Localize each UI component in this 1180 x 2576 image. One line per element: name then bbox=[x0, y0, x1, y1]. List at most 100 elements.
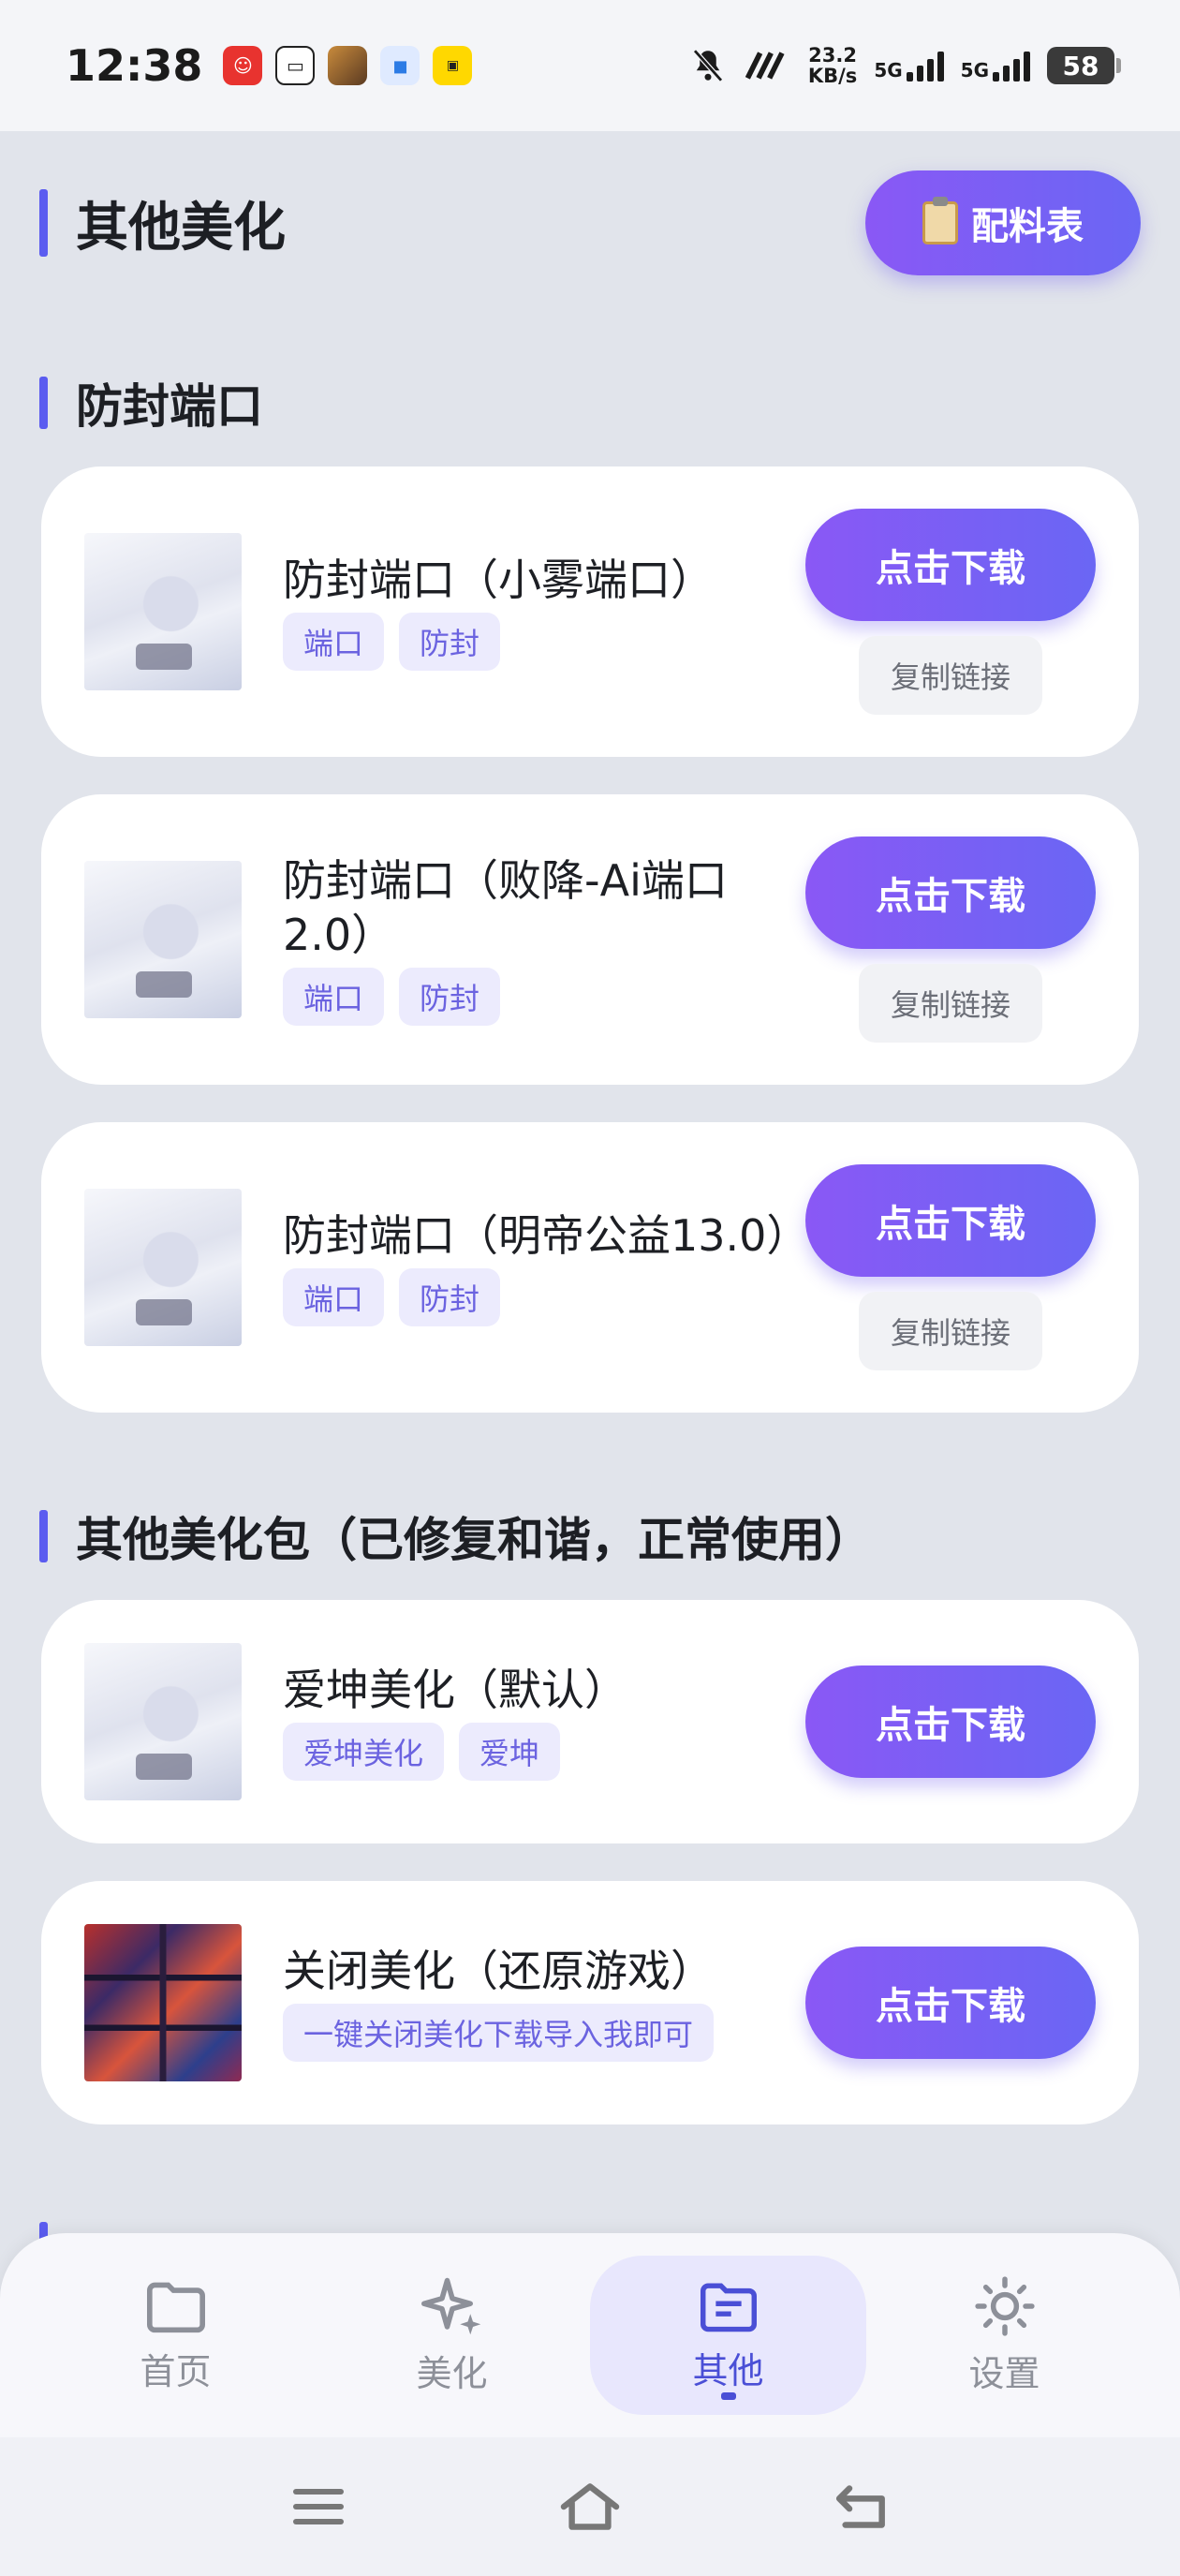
tag: 端口 bbox=[283, 968, 385, 1026]
mute-bell-icon bbox=[692, 49, 723, 82]
materials-button-label: 配料表 bbox=[971, 205, 1084, 248]
list-item: 防封端口（小雾端口） 端口 防封 点击下载 复制链接 bbox=[41, 466, 1139, 757]
signal-bars-1 bbox=[906, 50, 944, 81]
item-actions: 点击下载 bbox=[805, 1666, 1096, 1778]
folder-icon bbox=[144, 2277, 208, 2335]
tag: 防封 bbox=[399, 1268, 501, 1326]
section-header-other-packs: 其他美化包（已修复和谐，正常使用） bbox=[39, 1508, 872, 1567]
item-thumbnail bbox=[84, 861, 242, 1018]
nav-item-settings[interactable]: 设置 bbox=[866, 2256, 1143, 2415]
back-button[interactable] bbox=[824, 2469, 899, 2544]
nav-item-label: 其他 bbox=[692, 2349, 764, 2391]
item-title: 爱坤美化（默认） bbox=[283, 1665, 627, 1715]
item-tags: 端口 防封 bbox=[283, 968, 805, 1026]
app-icon-game bbox=[328, 46, 368, 85]
tag: 端口 bbox=[283, 1268, 385, 1326]
item-body: 防封端口（小雾端口） 端口 防封 bbox=[283, 553, 805, 671]
page-title: 其他美化 bbox=[76, 197, 286, 259]
page-header: 其他美化 配料表 bbox=[39, 170, 1141, 275]
item-tags: 端口 防封 bbox=[283, 613, 805, 671]
net-type-1: 5G bbox=[874, 59, 903, 81]
nav-item-label: 设置 bbox=[968, 2352, 1040, 2394]
signal-1: 5G bbox=[874, 50, 944, 81]
app-icon-yellow: ▣ bbox=[433, 46, 473, 85]
item-thumbnail bbox=[84, 1643, 242, 1800]
nav-item-home[interactable]: 首页 bbox=[37, 2256, 314, 2415]
tag: 爱坤 bbox=[459, 1723, 561, 1781]
item-actions: 点击下载 复制链接 bbox=[805, 1164, 1096, 1370]
signal-2: 5G bbox=[961, 50, 1030, 81]
item-body: 关闭美化（还原游戏） 一键关闭美化下载导入我即可 bbox=[283, 1944, 805, 2062]
copy-link-button[interactable]: 复制链接 bbox=[859, 964, 1042, 1043]
copy-link-button[interactable]: 复制链接 bbox=[859, 1292, 1042, 1370]
download-button[interactable]: 点击下载 bbox=[805, 1164, 1096, 1277]
section-header-anti-ban: 防封端口 bbox=[39, 375, 263, 434]
item-tags: 端口 防封 bbox=[283, 1268, 805, 1326]
net-speed-unit: KB/s bbox=[807, 65, 858, 87]
nav-item-label: 美化 bbox=[416, 2352, 488, 2394]
nav-item-other[interactable]: 其他 bbox=[590, 2256, 866, 2415]
home-icon bbox=[560, 2483, 620, 2530]
item-body: 爱坤美化（默认） 爱坤美化 爱坤 bbox=[283, 1663, 805, 1781]
item-actions: 点击下载 bbox=[805, 1947, 1096, 2059]
section-accent-bar bbox=[39, 377, 48, 429]
item-body: 防封端口（明帝公益13.0） 端口 防封 bbox=[283, 1208, 810, 1326]
item-title: 关闭美化（还原游戏） bbox=[283, 1946, 714, 1996]
net-speed-value: 23.2 bbox=[808, 44, 857, 67]
section-accent-bar bbox=[39, 1510, 48, 1562]
item-actions: 点击下载 复制链接 bbox=[805, 509, 1096, 715]
battery-indicator: 58 bbox=[1047, 47, 1121, 84]
app-icon-blue: ◼ bbox=[380, 46, 420, 85]
list-item: 防封端口（明帝公益13.0） 端口 防封 点击下载 复制链接 bbox=[41, 1122, 1139, 1413]
tag: 防封 bbox=[399, 613, 501, 671]
status-right: 23.2 KB/s 5G 5G 58 bbox=[688, 45, 1121, 86]
item-thumbnail bbox=[84, 533, 242, 690]
net-type-2: 5G bbox=[960, 59, 989, 81]
net-speed: 23.2 KB/s bbox=[808, 45, 857, 86]
tag: 一键关闭美化下载导入我即可 bbox=[283, 2004, 715, 2062]
materials-button[interactable]: 配料表 bbox=[865, 170, 1141, 275]
download-button[interactable]: 点击下载 bbox=[805, 1666, 1096, 1778]
item-title: 防封端口（败降-Ai端口2.0） bbox=[283, 855, 728, 960]
item-tags: 一键关闭美化下载导入我即可 bbox=[283, 2004, 805, 2062]
app-icon-red: ☺ bbox=[223, 46, 263, 85]
signal-bars-2 bbox=[993, 50, 1030, 81]
clipboard-icon bbox=[922, 197, 958, 244]
tag: 爱坤美化 bbox=[283, 1723, 445, 1781]
sun-gear-icon bbox=[974, 2275, 1036, 2337]
tag: 防封 bbox=[399, 968, 501, 1026]
list-item: 爱坤美化（默认） 爱坤美化 爱坤 点击下载 bbox=[41, 1600, 1139, 1843]
item-body: 防封端口（败降-Ai端口2.0） 端口 防封 bbox=[283, 853, 805, 1026]
status-bar: 12:38 ☺ ▭ ◼ ▣ 23.2 KB/s 5G 5G 58 bbox=[0, 0, 1180, 131]
menu-icon bbox=[293, 2489, 344, 2524]
status-time: 12:38 bbox=[66, 40, 203, 91]
copy-link-button[interactable]: 复制链接 bbox=[859, 636, 1042, 715]
back-icon bbox=[835, 2485, 885, 2528]
tag: 端口 bbox=[283, 613, 385, 671]
item-actions: 点击下载 复制链接 bbox=[805, 836, 1096, 1043]
section-title: 防封端口 bbox=[76, 379, 263, 434]
file-folder-icon bbox=[697, 2278, 760, 2334]
nav-item-label: 首页 bbox=[140, 2350, 212, 2392]
title-accent-bar bbox=[39, 189, 48, 257]
item-tags: 爱坤美化 爱坤 bbox=[283, 1723, 805, 1781]
item-title: 防封端口（小雾端口） bbox=[283, 555, 714, 605]
section-title: 其他美化包（已修复和谐，正常使用） bbox=[76, 1513, 872, 1567]
bottom-nav: 首页 美化 其他 设置 bbox=[0, 2233, 1180, 2437]
notification-icons: ☺ ▭ ◼ ▣ bbox=[223, 46, 473, 85]
list-item: 关闭美化（还原游戏） 一键关闭美化下载导入我即可 点击下载 bbox=[41, 1881, 1139, 2124]
item-thumbnail bbox=[84, 1924, 242, 2081]
menu-button[interactable] bbox=[281, 2469, 356, 2544]
item-title: 防封端口（明帝公益13.0） bbox=[283, 1210, 810, 1261]
download-button[interactable]: 点击下载 bbox=[805, 509, 1096, 621]
nav-item-beautify[interactable]: 美化 bbox=[314, 2256, 590, 2415]
item-thumbnail bbox=[84, 1189, 242, 1346]
download-button[interactable]: 点击下载 bbox=[805, 836, 1096, 949]
home-button[interactable] bbox=[553, 2469, 627, 2544]
system-navigation-bar bbox=[0, 2437, 1180, 2576]
sparkle-icon bbox=[420, 2275, 484, 2337]
nfc-icon bbox=[745, 52, 785, 80]
list-item: 防封端口（败降-Ai端口2.0） 端口 防封 点击下载 复制链接 bbox=[41, 794, 1139, 1085]
app-icon-chat: ▭ bbox=[275, 46, 316, 85]
download-button[interactable]: 点击下载 bbox=[805, 1947, 1096, 2059]
